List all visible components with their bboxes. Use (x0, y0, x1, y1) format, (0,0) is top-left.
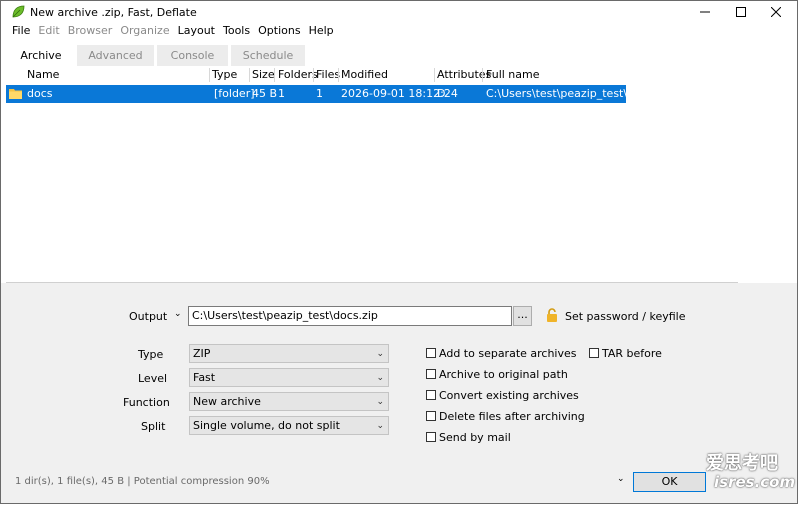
chevron-down-icon[interactable]: ⌄ (617, 474, 625, 484)
menu-tools[interactable]: Tools (223, 24, 250, 40)
close-button[interactable] (759, 1, 793, 23)
output-label: Output (129, 310, 168, 323)
tab-archive[interactable]: Archive (18, 45, 64, 66)
function-select[interactable]: New archive ⌄ (189, 392, 389, 411)
col-header-fullname[interactable]: Full name (486, 66, 540, 84)
tar-before-label[interactable]: TAR before (602, 347, 662, 360)
col-separator (434, 68, 435, 82)
delete-files-checkbox[interactable] (426, 411, 436, 421)
window-title: New archive .zip, Fast, Deflate (30, 6, 197, 19)
title-bar: New archive .zip, Fast, Deflate (1, 1, 797, 23)
col-header-type[interactable]: Type (212, 66, 237, 84)
convert-archives-checkbox[interactable] (426, 390, 436, 400)
col-separator (249, 68, 250, 82)
watermark-logo: 爱思考吧 (706, 453, 778, 474)
menu-browser[interactable]: Browser (68, 24, 113, 40)
level-select[interactable]: Fast ⌄ (189, 368, 389, 387)
separate-archives-checkbox[interactable] (426, 348, 436, 358)
watermark-url: isres.com (714, 473, 796, 491)
send-mail-checkbox[interactable] (426, 432, 436, 442)
chevron-down-icon[interactable]: ⌄ (174, 309, 182, 319)
split-label: Split (141, 420, 166, 433)
minimize-button[interactable] (688, 1, 722, 23)
type-select-value: ZIP (193, 347, 211, 360)
tab-console[interactable]: Console (157, 45, 228, 66)
chevron-down-icon: ⌄ (376, 373, 384, 383)
menu-file[interactable]: File (12, 24, 30, 40)
close-icon (771, 7, 781, 17)
col-header-folders[interactable]: Folders (278, 66, 318, 84)
maximize-icon (736, 7, 746, 17)
type-select[interactable]: ZIP ⌄ (189, 344, 389, 363)
original-path-checkbox[interactable] (426, 369, 436, 379)
tar-before-checkbox[interactable] (589, 348, 599, 358)
send-mail-label[interactable]: Send by mail (439, 431, 511, 444)
set-password-link[interactable]: Set password / keyfile (565, 310, 686, 323)
peazip-app-icon (11, 5, 25, 19)
cell-fullname: C:\Users\test\peazip_test\docs (486, 87, 653, 100)
col-header-files[interactable]: Files (316, 66, 340, 84)
folder-icon (9, 88, 22, 99)
tab-schedule[interactable]: Schedule (231, 45, 305, 66)
minimize-icon (700, 11, 710, 13)
menu-bar: File Edit Browser Organize Layout Tools … (12, 24, 342, 40)
status-text: 1 dir(s), 1 file(s), 45 B | Potential co… (15, 476, 270, 487)
col-header-name[interactable]: Name (27, 66, 59, 84)
cell-folders: 1 (278, 87, 285, 100)
level-select-value: Fast (193, 371, 216, 384)
level-label: Level (138, 372, 168, 385)
split-select[interactable]: Single volume, do not split ⌄ (189, 416, 389, 435)
col-header-attributes[interactable]: Attributes (437, 66, 491, 84)
chevron-down-icon: ⌄ (376, 397, 384, 407)
col-separator (209, 68, 210, 82)
table-row[interactable]: docs [folder] 45 B 1 1 2026-09-01 18:12:… (6, 85, 653, 103)
menu-layout[interactable]: Layout (178, 24, 215, 40)
col-header-size[interactable]: Size (252, 66, 275, 84)
menu-edit[interactable]: Edit (38, 24, 59, 40)
delete-files-label[interactable]: Delete files after archiving (439, 410, 585, 423)
lock-icon[interactable] (546, 308, 558, 322)
tab-advanced[interactable]: Advanced (77, 45, 154, 66)
separate-archives-label[interactable]: Add to separate archives (439, 347, 577, 360)
maximize-button[interactable] (724, 1, 758, 23)
cell-files: 1 (316, 87, 323, 100)
function-select-value: New archive (193, 395, 261, 408)
menu-organize[interactable]: Organize (120, 24, 169, 40)
col-separator (482, 68, 483, 82)
col-separator (338, 68, 339, 82)
file-list[interactable]: Name Type Size Folders Files Modified At… (6, 66, 738, 282)
col-separator (313, 68, 314, 82)
col-separator (274, 68, 275, 82)
menu-help[interactable]: Help (309, 24, 334, 40)
type-label: Type (138, 348, 164, 361)
ok-button[interactable]: OK (633, 472, 706, 492)
cell-attributes: D (437, 87, 446, 100)
menu-options[interactable]: Options (258, 24, 300, 40)
col-header-modified[interactable]: Modified (341, 66, 388, 84)
output-path-input[interactable]: C:\Users\test\peazip_test\docs.zip (188, 306, 512, 326)
convert-archives-label[interactable]: Convert existing archives (439, 389, 579, 402)
cell-type: [folder] (214, 87, 255, 100)
split-select-value: Single volume, do not split (193, 419, 340, 432)
function-label: Function (123, 396, 170, 409)
original-path-label[interactable]: Archive to original path (439, 368, 568, 381)
cell-name: docs (27, 87, 53, 100)
browse-button[interactable]: ... (513, 306, 532, 326)
cell-size: 45 B (252, 87, 278, 100)
chevron-down-icon: ⌄ (376, 421, 384, 431)
chevron-down-icon: ⌄ (376, 349, 384, 359)
